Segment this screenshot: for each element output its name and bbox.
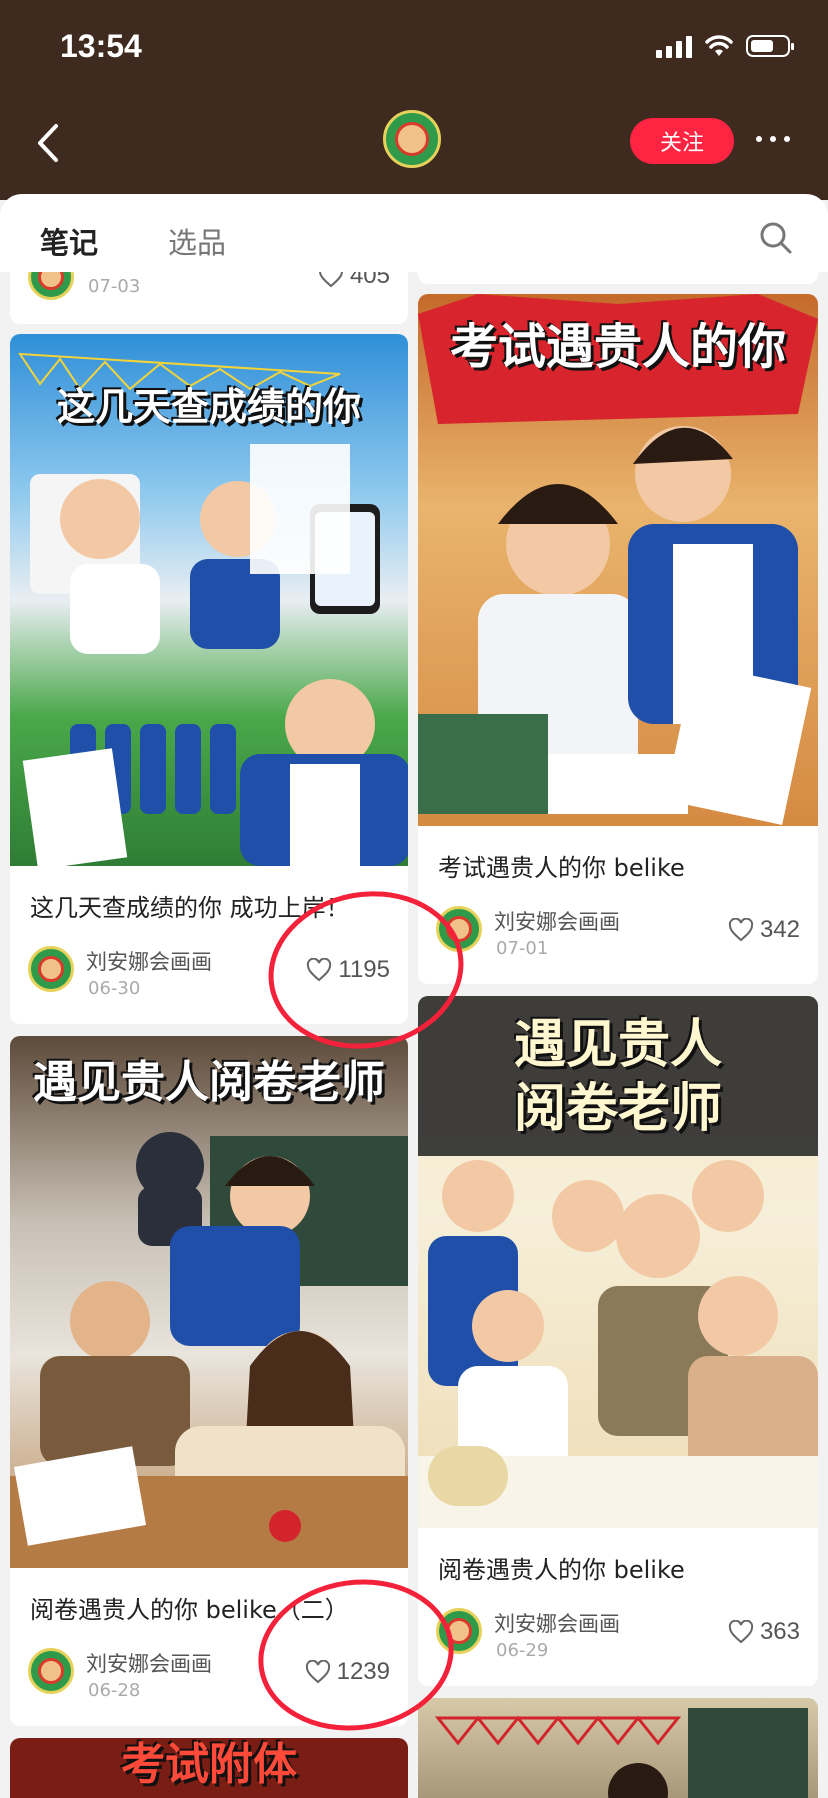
heart-icon [319,272,343,288]
cover-illustration [10,1132,408,1568]
tab-products[interactable]: 选品 [168,220,226,262]
like-count[interactable]: 405 [318,272,390,290]
author-name: 刘安娜会画画 [494,1612,620,1636]
follow-button[interactable]: 关注 [630,118,734,164]
battery-icon [746,35,794,57]
cover-text: 考试遇贵人的你 [449,319,786,375]
tab-notes[interactable]: 笔记 [40,220,98,276]
cover-text: 考试附体 [121,1739,297,1790]
signal-icon [656,34,692,58]
status-time: 13:54 [60,28,142,64]
author-avatar [28,272,74,300]
tab-bar: 笔记 选品 [0,194,828,276]
status-icons [656,34,794,58]
author-name: 刘安娜会画画 [86,1652,212,1676]
cover-illustration [434,1708,808,1798]
heart-icon [728,1620,754,1644]
note-card-partial[interactable]: 07-03 405 [10,272,408,324]
cover-image: 遇见贵人阅卷老师 [10,1036,408,1568]
post-date: 07-01 [496,938,549,959]
author-avatar [28,946,74,992]
note-card[interactable]: 考试遇贵人的你 考试遇贵人的你 belike 刘安娜会画画 07-01 342 [418,294,818,984]
note-title: 考试遇贵人的你 belike [438,854,685,882]
profile-avatar[interactable] [383,110,441,168]
search-icon[interactable] [758,220,794,256]
cover-text: 遇见贵人阅卷老师 [33,1057,385,1108]
note-title: 阅卷遇贵人的你 belike [438,1556,685,1584]
more-icon[interactable] [756,136,790,142]
cover-image: 遇见贵人 阅卷老师 [418,996,818,1528]
heart-icon [728,918,754,942]
post-date: 06-29 [496,1640,549,1661]
post-date: 07-03 [88,276,141,297]
author-name: 刘安娜会画画 [86,950,212,974]
note-card-partial-right[interactable] [418,272,818,284]
cover-image: 这几天查成绩的你 [10,334,408,866]
cover-text-line-2: 阅卷老师 [513,1079,722,1139]
like-count[interactable]: 342 [728,916,800,944]
wifi-icon [705,35,733,56]
cover-illustration [418,996,818,1528]
post-date: 06-30 [88,978,141,999]
note-card[interactable]: 遇见贵人 阅卷老师 阅卷遇贵人的你 belike 刘安娜会画画 06-29 36… [418,996,818,1686]
profile-header: 13:54 关注 [0,0,828,200]
note-card-partial[interactable]: 考试附体 [10,1738,408,1798]
back-icon[interactable] [30,118,70,168]
post-date: 06-28 [88,1680,141,1701]
like-count[interactable]: 363 [728,1618,800,1646]
cover-text: 这几天查成绩的你 [56,385,361,429]
note-card-partial[interactable] [418,1698,818,1798]
cover-image: 考试遇贵人的你 [418,294,818,826]
author-name: 刘安娜会画画 [494,910,620,934]
cover-text-line-1: 遇见贵人 [513,1015,722,1075]
author-avatar [28,1648,74,1694]
